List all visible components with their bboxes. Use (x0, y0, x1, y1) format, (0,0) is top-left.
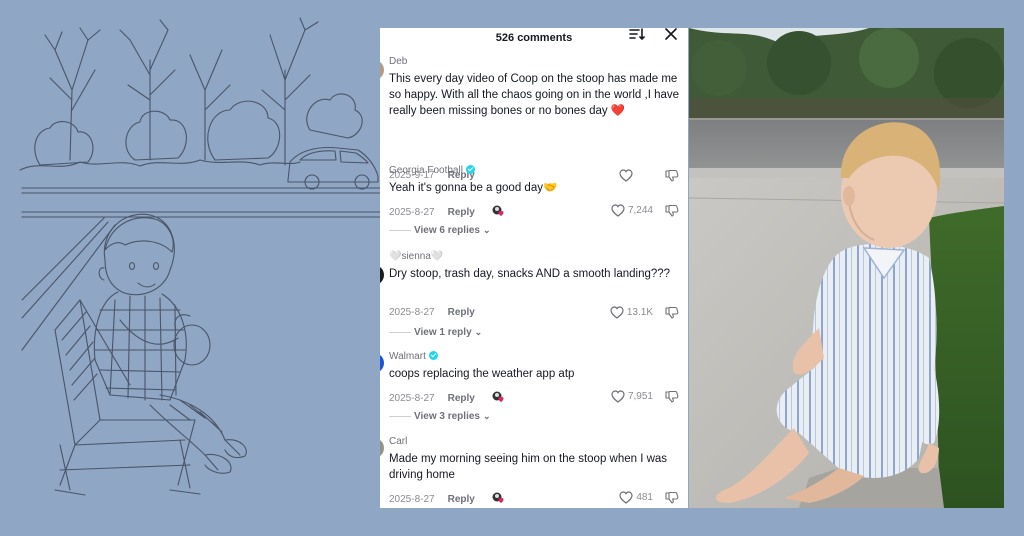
line-art-illustration (19, 17, 380, 496)
view-replies-button[interactable]: View 3 replies ⌄ (389, 411, 491, 422)
thumbs-down-icon[interactable] (665, 204, 679, 217)
comment-author[interactable]: Georgia Football (389, 165, 475, 176)
chevron-down-icon: ⌄ (482, 225, 491, 235)
heart-icon[interactable] (610, 306, 624, 319)
like-count: 13.1K (626, 307, 653, 318)
comment-date: 2025-8-27 (389, 307, 435, 318)
comments-panel: 526 comments Deb This every day video of… (380, 28, 688, 508)
view-replies-button[interactable]: View 1 reply ⌄ (389, 327, 482, 338)
divider (389, 230, 411, 231)
comment-meta: 2025-8-27 Reply (389, 492, 506, 505)
like-control[interactable]: 13.1K (610, 306, 653, 319)
comments-count-title: 526 comments (495, 32, 573, 44)
thumbs-down-icon[interactable] (665, 306, 679, 319)
comment-text: Made my morning seeing him on the stoop … (389, 453, 668, 481)
avatar[interactable] (380, 353, 384, 373)
comment-meta: 2025-8-27 Reply (389, 307, 475, 318)
creator-liked-icon (492, 205, 504, 216)
comment-author[interactable]: 🤍sienna🤍 (389, 251, 443, 262)
heart-icon[interactable] (611, 390, 625, 403)
view-replies-label[interactable]: View 1 reply (414, 327, 472, 338)
like-control[interactable]: 7,244 (611, 204, 653, 217)
reply-button[interactable]: Reply (448, 307, 475, 318)
like-control[interactable]: 481 (619, 491, 653, 504)
comment-text: This every day video of Coop on the stoo… (389, 73, 680, 117)
divider (389, 416, 411, 417)
thumbs-down-icon[interactable] (665, 390, 679, 403)
comments-header: 526 comments (380, 28, 688, 50)
reply-button[interactable]: Reply (448, 207, 475, 218)
chevron-down-icon: ⌄ (482, 411, 491, 421)
comment-meta: 2025-8-27 Reply (389, 205, 506, 218)
chevron-down-icon: ⌄ (474, 327, 483, 337)
comment-author-name[interactable]: Walmart (389, 351, 426, 362)
heart-icon[interactable] (619, 491, 633, 504)
heart-icon[interactable] (611, 204, 625, 217)
like-control[interactable]: 7,951 (611, 390, 653, 403)
avatar[interactable] (380, 60, 384, 80)
sort-icon[interactable] (629, 28, 645, 41)
divider (389, 332, 411, 333)
comment-date: 2025-8-27 (389, 494, 435, 505)
reply-button[interactable]: Reply (448, 393, 475, 404)
close-icon[interactable] (664, 28, 678, 41)
verified-badge-icon (428, 351, 438, 360)
comment-text: Dry stoop, trash day, snacks AND a smoot… (389, 268, 671, 280)
creator-liked-icon (492, 391, 504, 402)
like-count: 481 (636, 492, 653, 503)
comment-text: Yeah it's gonna be a good day🤝 (389, 182, 558, 194)
thumbs-down-icon[interactable] (665, 491, 679, 504)
verified-badge-icon (465, 165, 475, 174)
avatar[interactable] (380, 265, 384, 285)
reply-button[interactable]: Reply (448, 494, 475, 505)
creator-liked-icon (492, 492, 504, 503)
comment-author[interactable]: Carl (389, 436, 407, 447)
comment-text: coops replacing the weather app atp (389, 368, 575, 380)
view-replies-label[interactable]: View 6 replies (414, 225, 480, 236)
comment-author-name[interactable]: Georgia Football (389, 165, 463, 176)
view-replies-label[interactable]: View 3 replies (414, 411, 480, 422)
view-replies-button[interactable]: View 6 replies ⌄ (389, 225, 491, 236)
comment-date: 2025-8-27 (389, 207, 435, 218)
like-count: 7,951 (627, 391, 653, 402)
comment-meta: 2025-8-27 Reply (389, 391, 506, 404)
comment-date: 2025-8-27 (389, 393, 435, 404)
comment-author[interactable]: Walmart (389, 351, 438, 362)
like-count: 7,244 (627, 205, 653, 216)
avatar[interactable] (380, 438, 384, 458)
toddler-photo (689, 28, 1004, 508)
comment-author[interactable]: Deb (389, 56, 407, 67)
